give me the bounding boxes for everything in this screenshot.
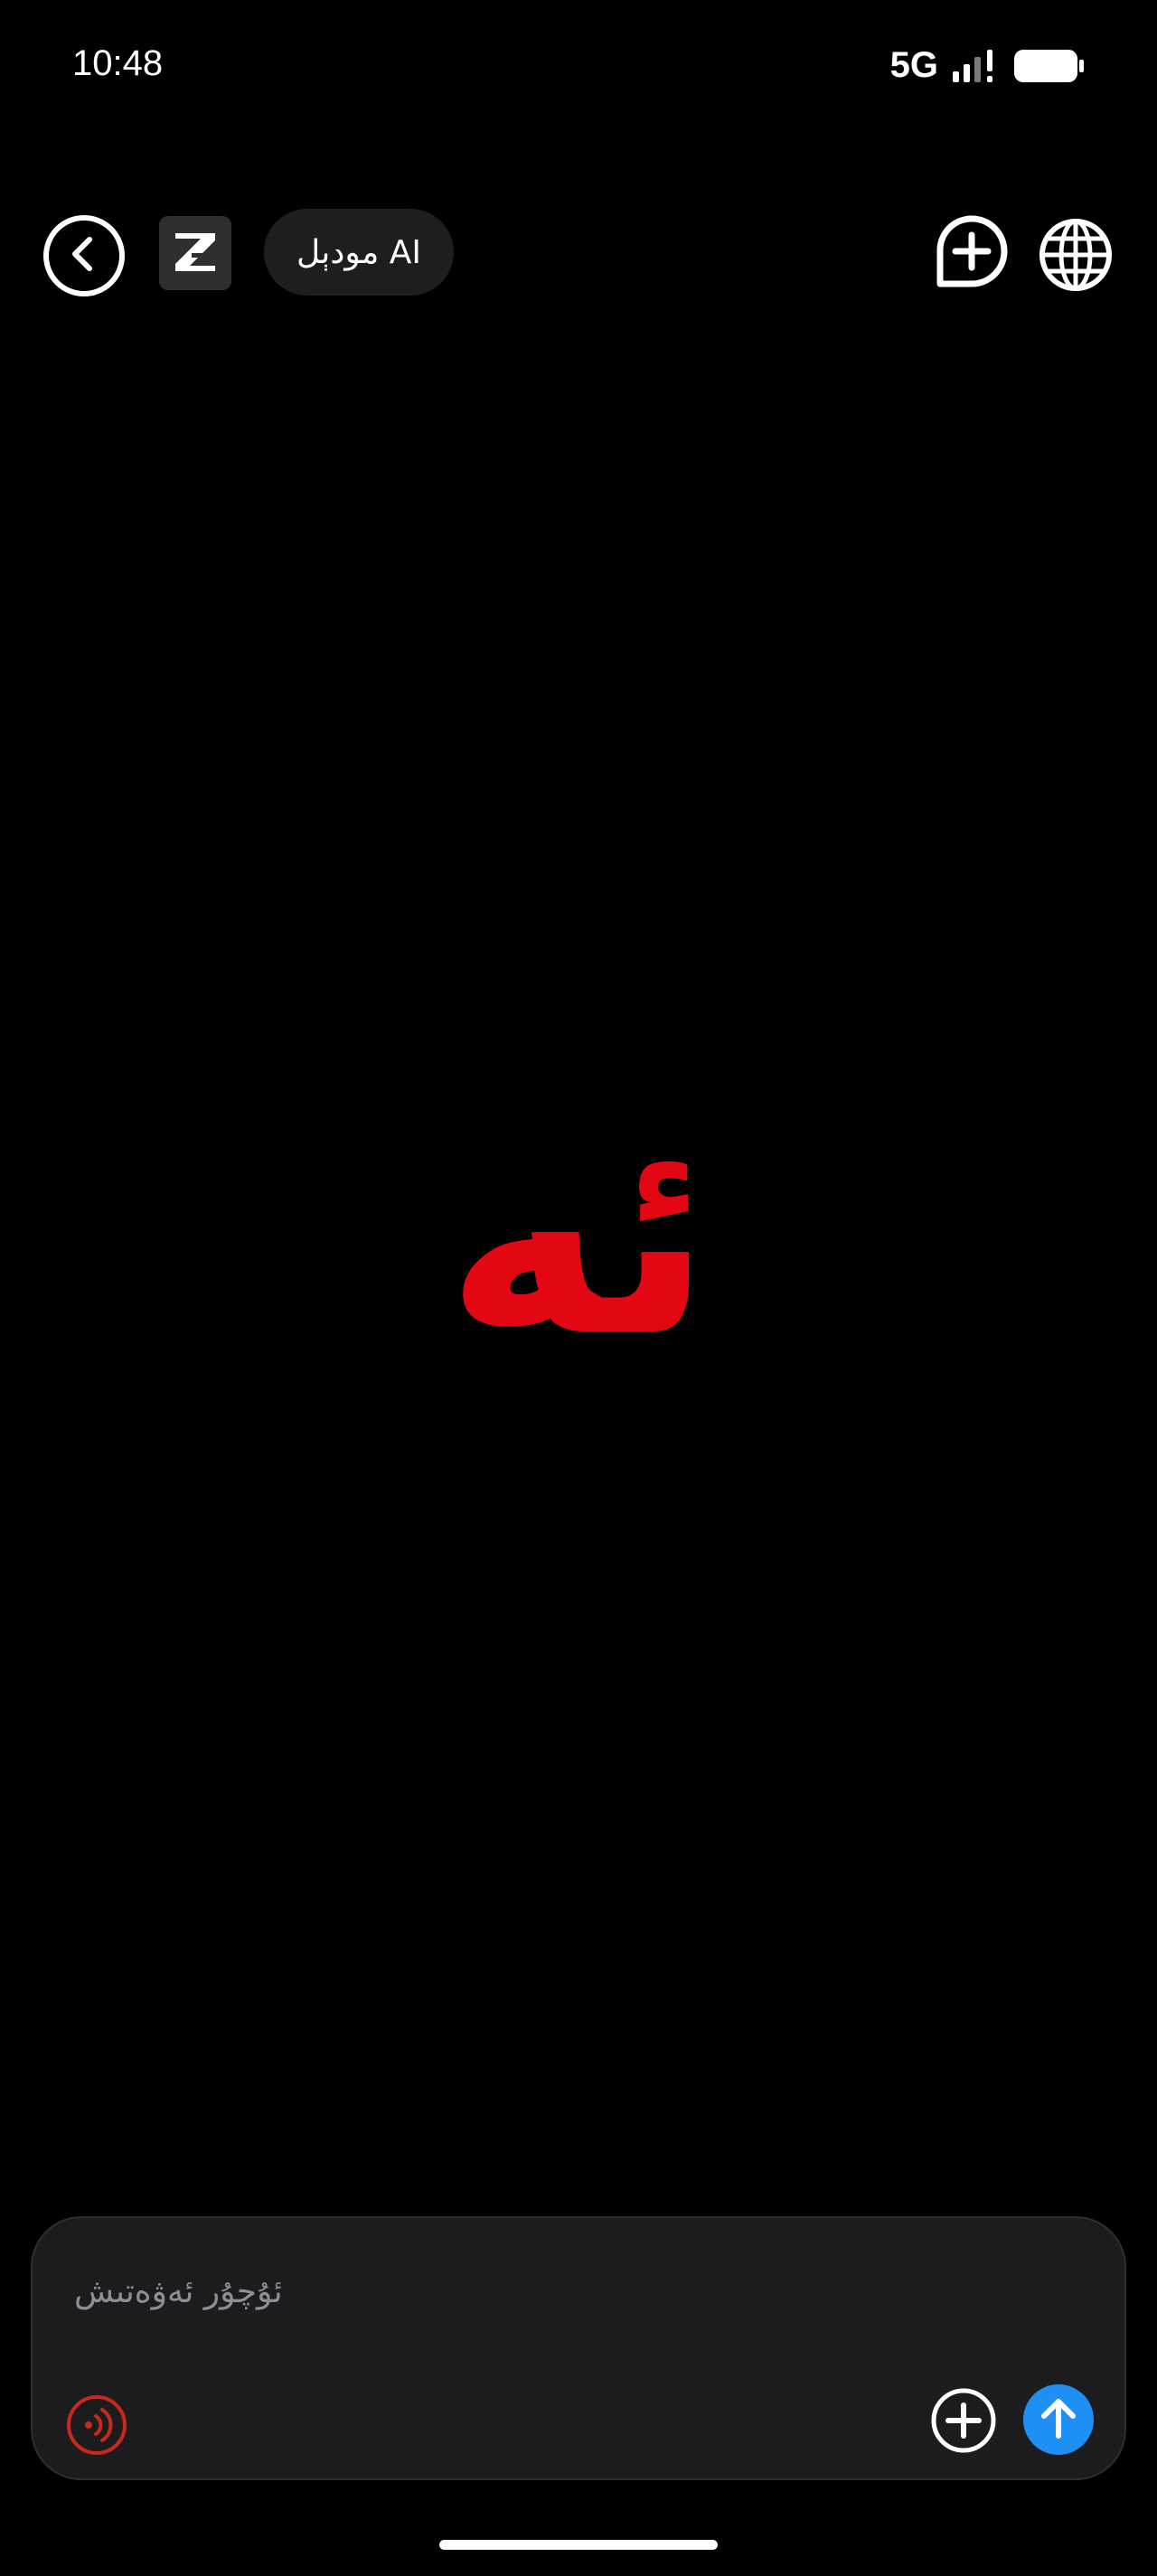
back-button[interactable] (43, 215, 125, 296)
chat-plus-icon (931, 215, 1012, 300)
arrow-up-icon (1037, 2394, 1080, 2445)
send-button[interactable] (1023, 2384, 1094, 2455)
status-bar: 10:48 5G (0, 0, 1157, 136)
model-selector-button[interactable]: مودېل AI (264, 209, 454, 296)
voice-button[interactable] (65, 2393, 128, 2457)
message-input[interactable] (72, 2263, 1088, 2319)
home-indicator[interactable] (439, 2540, 718, 2550)
battery-icon (1014, 48, 1085, 84)
plus-circle-icon (929, 2388, 998, 2458)
status-indicators: 5G (890, 45, 1085, 86)
attach-button[interactable] (929, 2386, 998, 2455)
language-button[interactable] (1038, 217, 1114, 293)
globe-icon (1038, 219, 1114, 296)
brand-glyph: ئە (445, 1080, 712, 1396)
z-logo-icon (170, 226, 221, 280)
signal-bars-icon (951, 48, 1002, 84)
model-selector-label: مودېل AI (296, 233, 421, 271)
app-logo (159, 216, 231, 290)
network-type: 5G (889, 45, 938, 85)
voice-wave-icon (65, 2395, 128, 2460)
new-chat-button[interactable] (931, 210, 1012, 296)
chevron-left-icon (66, 234, 102, 277)
message-composer (31, 2216, 1126, 2480)
status-time: 10:48 (72, 43, 164, 83)
top-bar: مودېل AI (0, 206, 1157, 302)
